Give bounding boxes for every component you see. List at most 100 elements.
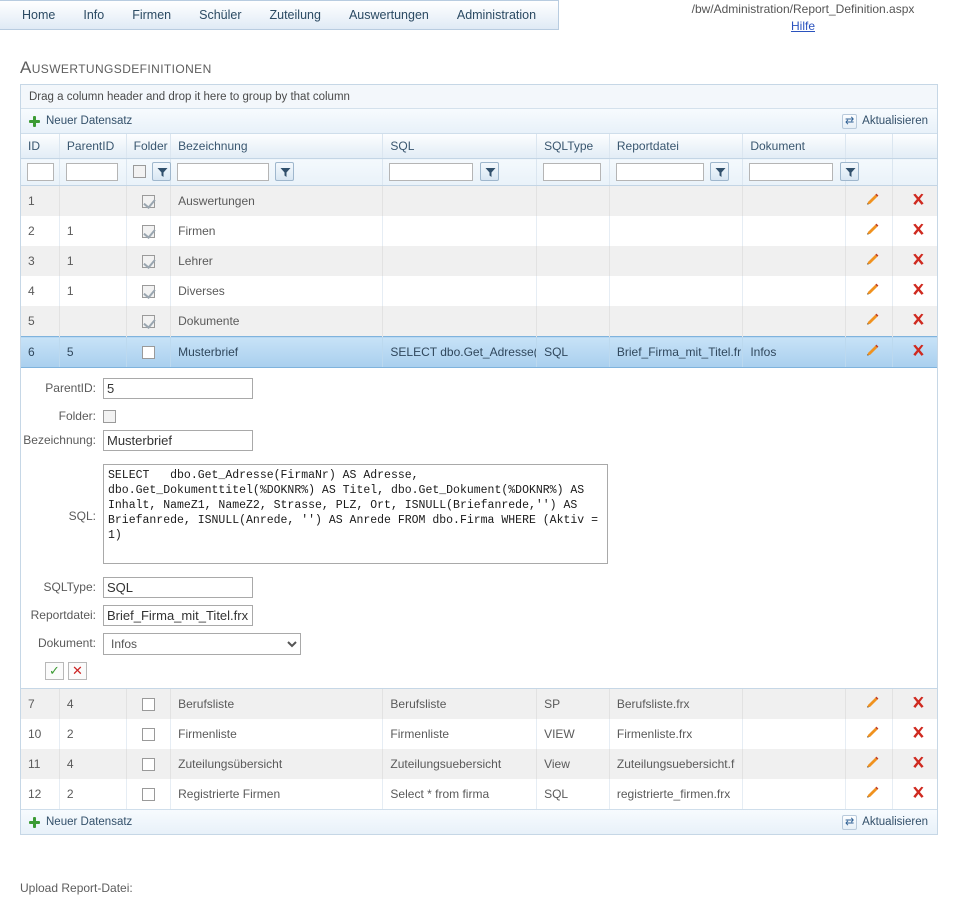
input-reportdatei[interactable]: [103, 605, 253, 626]
edit-row-button[interactable]: [865, 726, 880, 743]
table-row[interactable]: 7 4 Berufsliste Berufsliste SP Berufsliste.fr…: [21, 688, 937, 719]
edit-row-button[interactable]: [865, 253, 880, 270]
column-header-bezeichnung[interactable]: Bezeichnung: [170, 134, 384, 159]
new-record-button-bottom[interactable]: Neuer Datensatz: [25, 815, 137, 830]
cell-delete[interactable]: [892, 336, 937, 368]
input-bezeichnung[interactable]: [103, 430, 253, 451]
input-parentid[interactable]: [103, 378, 253, 399]
nav-item-info[interactable]: Info: [69, 1, 118, 29]
table-row[interactable]: 12 2 Registrierte Firmen Select * from firm…: [21, 779, 937, 809]
column-header-sql[interactable]: SQL: [382, 134, 538, 159]
filter-input-id[interactable]: [27, 162, 54, 181]
column-header-reportdatei[interactable]: Reportdatei: [609, 134, 744, 159]
cell-edit[interactable]: [845, 336, 893, 368]
cell-delete[interactable]: [892, 719, 937, 749]
filter-input-reportdatei[interactable]: [615, 162, 704, 181]
row-checkbox-folder[interactable]: [141, 698, 155, 712]
cell-edit[interactable]: [845, 216, 893, 246]
delete-row-button[interactable]: [911, 786, 926, 803]
filter-input-parentid[interactable]: [65, 162, 118, 181]
cell-delete[interactable]: [892, 276, 937, 306]
table-row[interactable]: 11 4 Zuteilungsübersicht Zuteilungsuebersic…: [21, 749, 937, 779]
edit-row-button[interactable]: [865, 756, 880, 773]
checkbox-folder[interactable]: [103, 410, 116, 423]
delete-row-button[interactable]: [911, 726, 926, 743]
delete-row-button[interactable]: [911, 756, 926, 773]
cell-delete[interactable]: [892, 246, 937, 276]
cell-delete[interactable]: [892, 306, 937, 337]
input-sqltype[interactable]: [103, 577, 253, 598]
row-checkbox-folder[interactable]: [141, 728, 155, 742]
refresh-button-bottom[interactable]: ⇄ Aktualisieren: [839, 814, 933, 831]
table-row[interactable]: 3 1 Lehrer: [21, 246, 937, 276]
row-checkbox-folder[interactable]: [141, 285, 155, 299]
edit-row-button[interactable]: [865, 313, 880, 330]
cell-delete[interactable]: [892, 779, 937, 809]
column-header-parentid[interactable]: ParentID: [59, 134, 127, 159]
delete-row-button[interactable]: [911, 193, 926, 210]
row-checkbox-folder[interactable]: [141, 315, 155, 329]
row-checkbox-folder[interactable]: [141, 788, 155, 802]
row-checkbox-folder[interactable]: [141, 195, 155, 209]
row-checkbox-folder[interactable]: [141, 255, 155, 269]
cell-edit[interactable]: [845, 749, 893, 779]
column-header-folder[interactable]: Folder: [126, 134, 172, 159]
nav-item-zuteilung[interactable]: Zuteilung: [256, 1, 335, 29]
edit-row-button[interactable]: [865, 283, 880, 300]
delete-row-button[interactable]: [911, 696, 926, 713]
cell-delete[interactable]: [892, 749, 937, 779]
table-row[interactable]: 2 1 Firmen: [21, 216, 937, 246]
cell-edit[interactable]: [845, 779, 893, 809]
nav-item-schueler[interactable]: Schüler: [185, 1, 255, 29]
cell-edit[interactable]: [845, 276, 893, 306]
row-checkbox-folder[interactable]: [141, 225, 155, 239]
edit-row-button[interactable]: [865, 344, 880, 361]
table-row[interactable]: 4 1 Diverses: [21, 276, 937, 306]
table-row[interactable]: 5 Dokumente: [21, 306, 937, 337]
table-row[interactable]: 65 MusterbriefSELECT dbo.Get_Adresse(Firm…: [21, 336, 937, 368]
edit-row-button[interactable]: [865, 696, 880, 713]
table-row[interactable]: 10 2 Firmenliste Firmenliste VIEW Firmenliste…: [21, 719, 937, 749]
cell-delete[interactable]: [892, 185, 937, 216]
input-sql[interactable]: SELECT dbo.Get_Adresse(FirmaNr) AS Adres…: [103, 464, 608, 564]
edit-row-button[interactable]: [865, 193, 880, 210]
filter-button-folder[interactable]: [151, 162, 171, 181]
delete-row-button[interactable]: [911, 253, 926, 270]
table-row[interactable]: 1 Auswertungen: [21, 185, 937, 216]
column-header-sqltype[interactable]: SQLType: [536, 134, 610, 159]
edit-row-button[interactable]: [865, 223, 880, 240]
cell-edit[interactable]: [845, 306, 893, 337]
column-header-dokument[interactable]: Dokument: [742, 134, 847, 159]
delete-row-button[interactable]: [911, 283, 926, 300]
row-checkbox-folder[interactable]: [141, 346, 155, 360]
cancel-button[interactable]: ✕: [68, 662, 87, 680]
column-header-id[interactable]: ID: [21, 134, 60, 159]
nav-item-firmen[interactable]: Firmen: [118, 1, 185, 29]
filter-checkbox-folder[interactable]: [132, 165, 146, 178]
delete-row-button[interactable]: [911, 313, 926, 330]
help-link[interactable]: Hilfe: [791, 19, 815, 33]
group-by-dropzone[interactable]: Drag a column header and drop it here to…: [21, 85, 937, 109]
cell-edit[interactable]: [845, 185, 893, 216]
cell-edit[interactable]: [845, 688, 893, 719]
cell-delete[interactable]: [892, 688, 937, 719]
cell-delete[interactable]: [892, 216, 937, 246]
edit-row-button[interactable]: [865, 786, 880, 803]
filter-button-sql[interactable]: [479, 162, 499, 181]
new-record-button-top[interactable]: Neuer Datensatz: [25, 114, 137, 129]
save-button[interactable]: ✓: [45, 662, 64, 680]
nav-item-auswertungen[interactable]: Auswertungen: [335, 1, 443, 29]
nav-item-home[interactable]: Home: [8, 1, 69, 29]
filter-input-sql[interactable]: [389, 162, 474, 181]
filter-button-reportdatei[interactable]: [710, 162, 730, 181]
filter-input-dokument[interactable]: [749, 162, 834, 181]
filter-button-bezeichnung[interactable]: [275, 162, 295, 181]
row-checkbox-folder[interactable]: [141, 758, 155, 772]
filter-input-sqltype[interactable]: [543, 162, 602, 181]
cell-edit[interactable]: [845, 246, 893, 276]
refresh-button-top[interactable]: ⇄ Aktualisieren: [839, 113, 933, 130]
filter-button-dokument[interactable]: [839, 162, 859, 181]
select-dokument[interactable]: Infos: [103, 633, 301, 655]
filter-input-bezeichnung[interactable]: [177, 162, 270, 181]
delete-row-button[interactable]: [911, 223, 926, 240]
